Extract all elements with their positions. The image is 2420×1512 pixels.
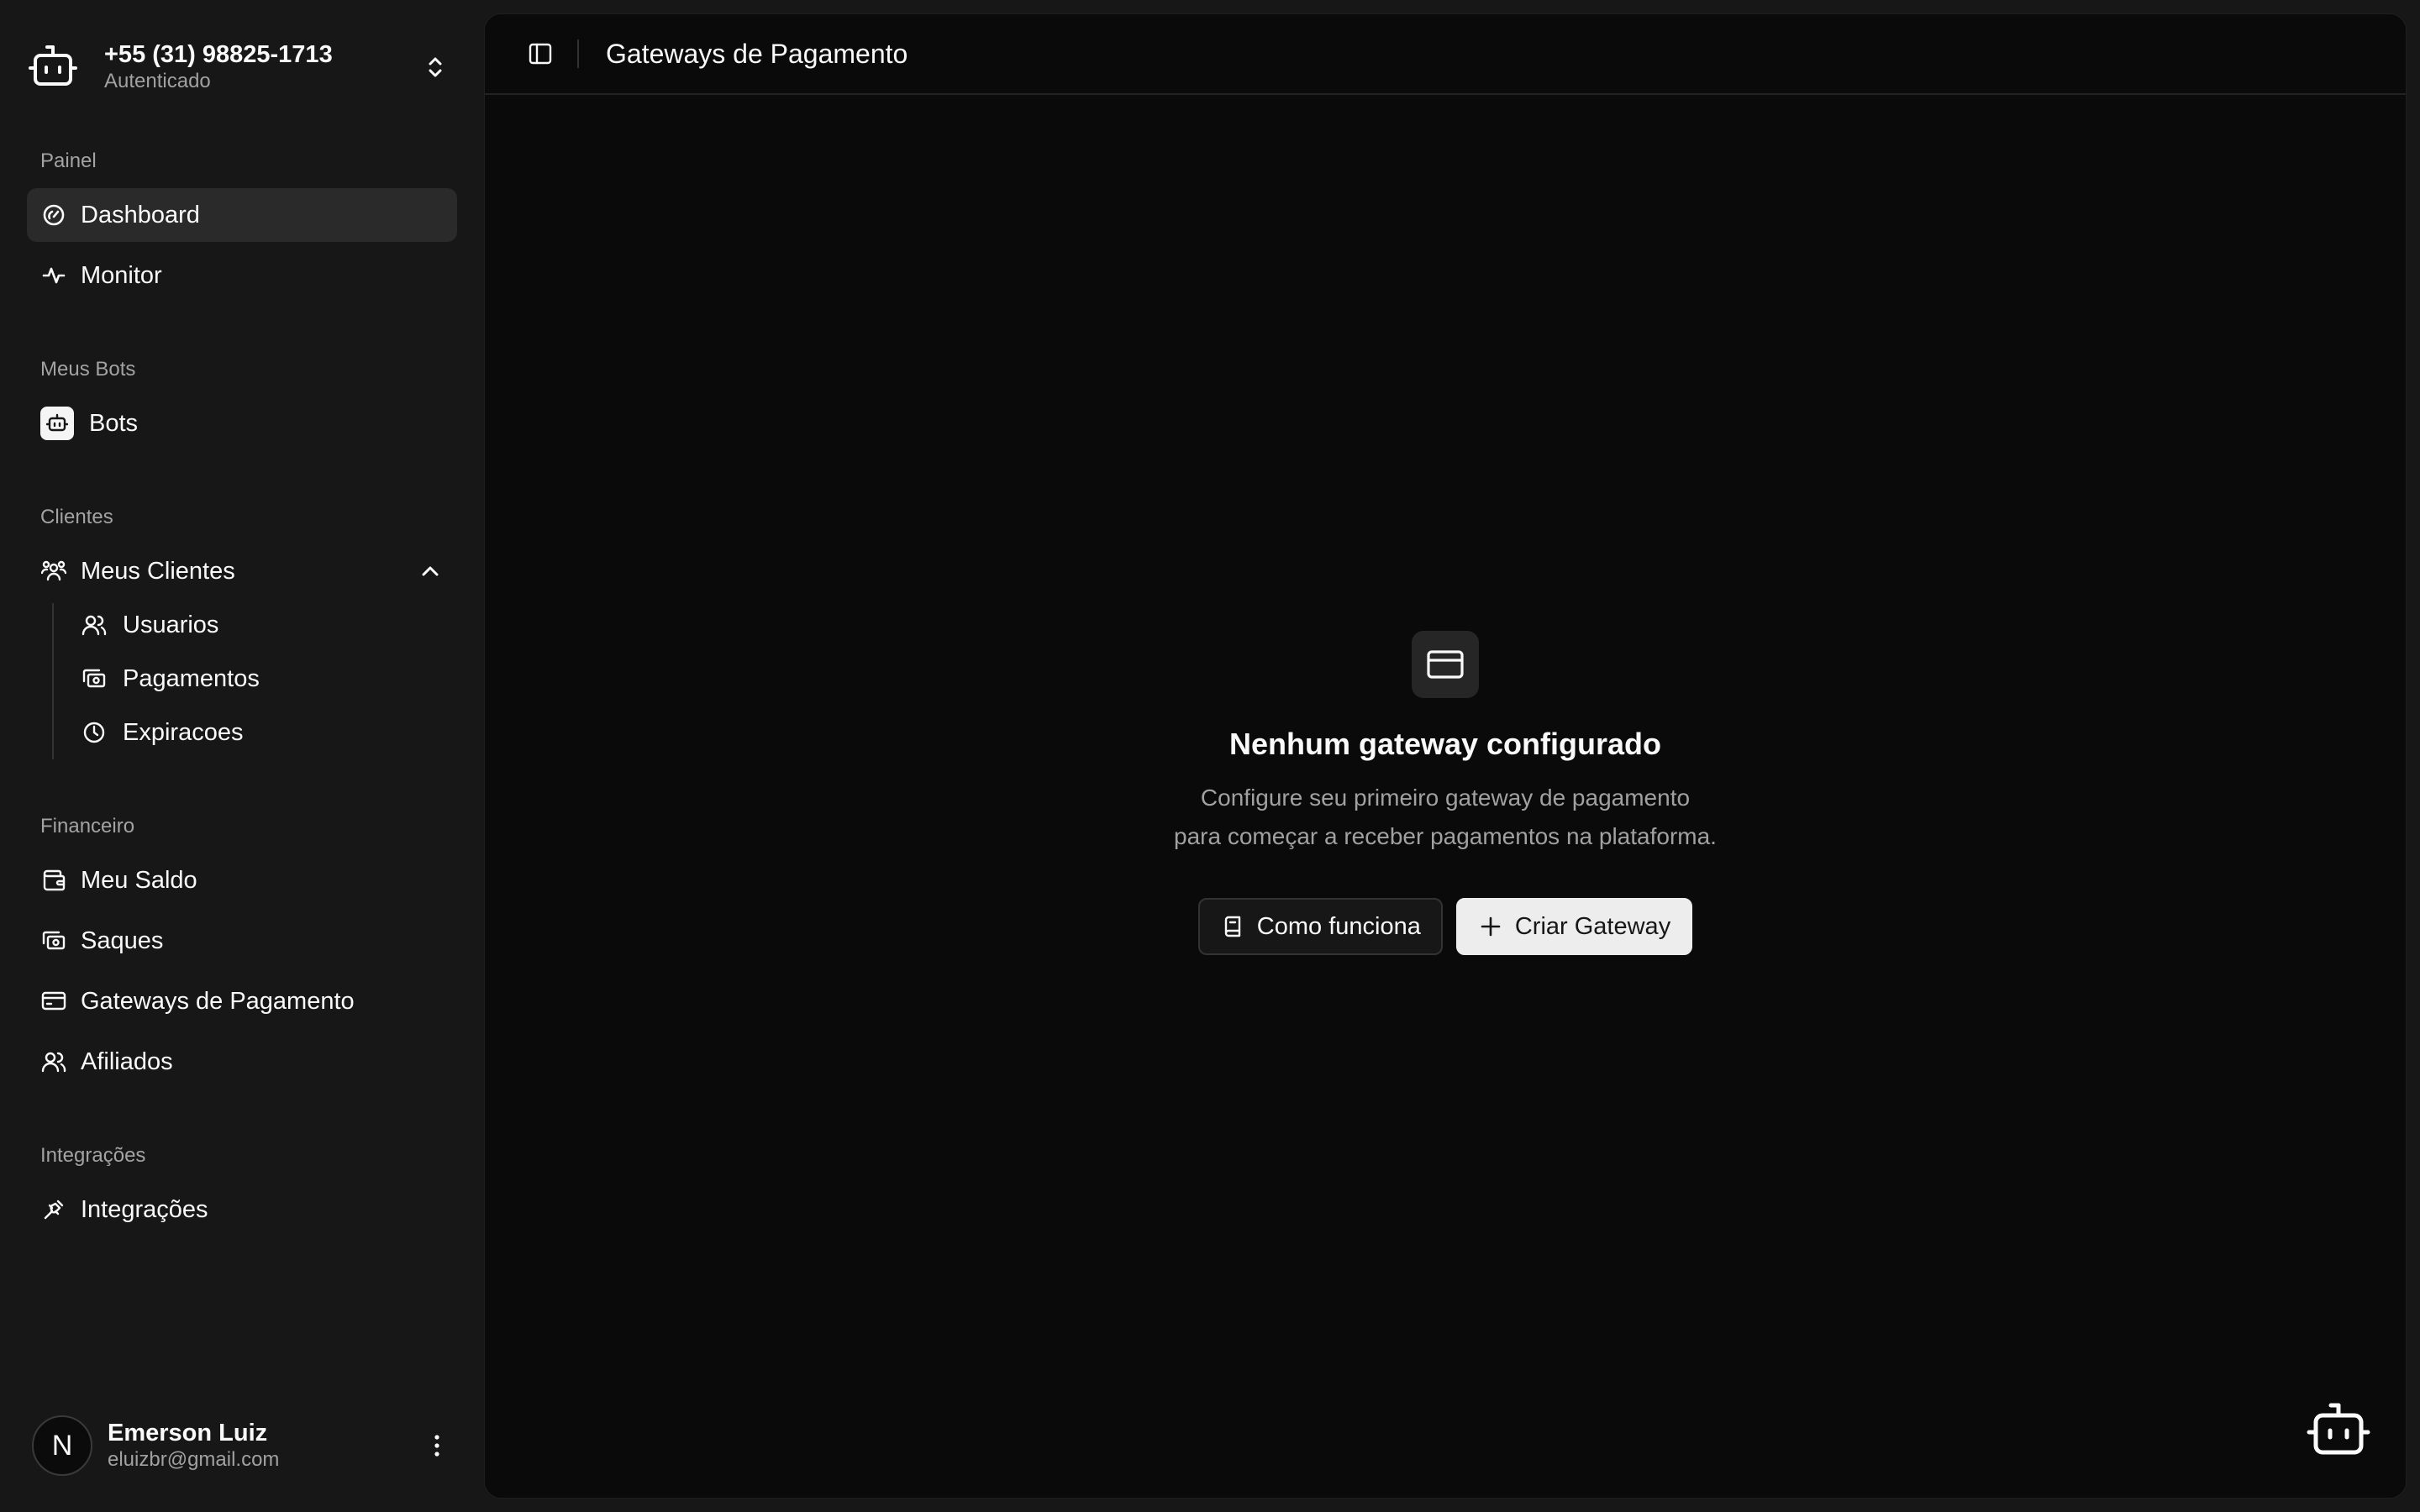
sidebar-item-label: Integrações [81, 1195, 208, 1223]
user-email: eluizbr@gmail.com [108, 1448, 280, 1471]
account-switcher[interactable]: +55 (31) 98825-1713 Autenticado [25, 37, 450, 97]
sidebar-item-saques[interactable]: Saques [27, 914, 457, 968]
bot-icon [40, 407, 74, 440]
topbar: Gateways de Pagamento [485, 14, 2406, 95]
clock-icon [81, 719, 108, 746]
group-label-financeiro: Financeiro [40, 815, 135, 837]
users-icon [40, 1048, 67, 1075]
sidebar-item-usuarios[interactable]: Usuarios [77, 600, 447, 650]
page-title: Gateways de Pagamento [606, 38, 908, 69]
empty-state-description-line: Configure seu primeiro gateway de pagame… [1200, 785, 1691, 811]
how-it-works-button[interactable]: Como funciona [1197, 898, 1443, 955]
book-icon [1220, 914, 1245, 939]
create-gateway-label: Criar Gateway [1514, 912, 1671, 940]
bot-assistant-icon[interactable] [2305, 1397, 2372, 1464]
sidebar-item-label: Usuarios [123, 611, 219, 638]
sidebar-item-label: Bots [89, 409, 139, 437]
sidebar-item-label: Afiliados [81, 1047, 173, 1075]
empty-state: Nenhum gateway configurado Configure seu… [485, 631, 2406, 955]
sidebar-item-label: Monitor [81, 261, 162, 289]
users-icon [81, 612, 108, 638]
account-phone: +55 (31) 98825-1713 [104, 41, 333, 68]
empty-state-description-line: para começar a receber pagamentos na pla… [1174, 823, 1717, 849]
wallet-icon [40, 867, 67, 894]
sidebar-toggle-icon[interactable] [523, 37, 557, 71]
group-label-meus-bots: Meus Bots [40, 358, 136, 381]
account-status: Autenticado [104, 70, 211, 92]
empty-state-actions: Como funciona Criar Gateway [1197, 898, 1693, 955]
sidebar-item-label: Expiracoes [123, 718, 244, 746]
sidebar-item-label: Meu Saldo [81, 866, 197, 894]
banknotes-icon [40, 927, 67, 954]
sidebar-item-meu-saldo[interactable]: Meu Saldo [27, 853, 457, 907]
sidebar-item-label: Gateways de Pagamento [81, 987, 355, 1015]
banknotes-icon [81, 665, 108, 692]
create-gateway-button[interactable]: Criar Gateway [1455, 898, 1693, 955]
gauge-icon [40, 202, 67, 228]
bot-logo-icon [25, 39, 81, 95]
credit-card-icon [40, 988, 67, 1015]
sidebar-item-gateways[interactable]: Gateways de Pagamento [27, 974, 457, 1028]
plus-icon [1478, 914, 1503, 939]
sidebar-item-meus-clientes[interactable]: Meus Clientes [27, 544, 457, 598]
how-it-works-label: Como funciona [1256, 912, 1421, 940]
chevrons-up-down-icon[interactable] [420, 52, 450, 82]
group-label-clientes: Clientes [40, 506, 113, 528]
sidebar-item-afiliados[interactable]: Afiliados [27, 1035, 457, 1089]
sidebar-item-dashboard[interactable]: Dashboard [27, 188, 457, 242]
sidebar-item-label: Dashboard [81, 201, 200, 228]
sidebar-item-label: Meus Clientes [81, 557, 235, 585]
sidebar-item-label: Saques [81, 927, 164, 954]
users-group-icon [40, 558, 67, 585]
plug-icon [40, 1196, 67, 1223]
sidebar: +55 (31) 98825-1713 Autenticado Painel D… [0, 0, 484, 1512]
more-vertical-icon[interactable] [422, 1431, 452, 1461]
chevron-up-icon[interactable] [417, 558, 444, 585]
activity-icon [40, 262, 67, 289]
group-label-painel: Painel [40, 150, 97, 172]
user-menu[interactable]: N Emerson Luiz eluizbr@gmail.com [32, 1415, 452, 1476]
sidebar-item-expiracoes[interactable]: Expiracoes [77, 707, 447, 758]
submenu-guide-line [52, 603, 54, 759]
avatar: N [32, 1415, 92, 1476]
sidebar-item-pagamentos[interactable]: Pagamentos [77, 654, 447, 704]
main-panel: Gateways de Pagamento Nenhum gateway con… [484, 13, 2407, 1499]
sidebar-item-integracoes[interactable]: Integrações [27, 1183, 457, 1236]
sidebar-item-label: Pagamentos [123, 664, 260, 692]
empty-state-title: Nenhum gateway configurado [1228, 727, 1662, 761]
empty-state-description: Configure seu primeiro gateway de pagame… [1174, 779, 1717, 856]
credit-card-icon [1412, 631, 1479, 698]
group-label-integracoes: Integrações [40, 1144, 146, 1167]
sidebar-item-monitor[interactable]: Monitor [27, 249, 457, 302]
user-name: Emerson Luiz [108, 1420, 268, 1446]
topbar-divider [577, 39, 579, 68]
sidebar-item-bots[interactable]: Bots [27, 396, 457, 450]
